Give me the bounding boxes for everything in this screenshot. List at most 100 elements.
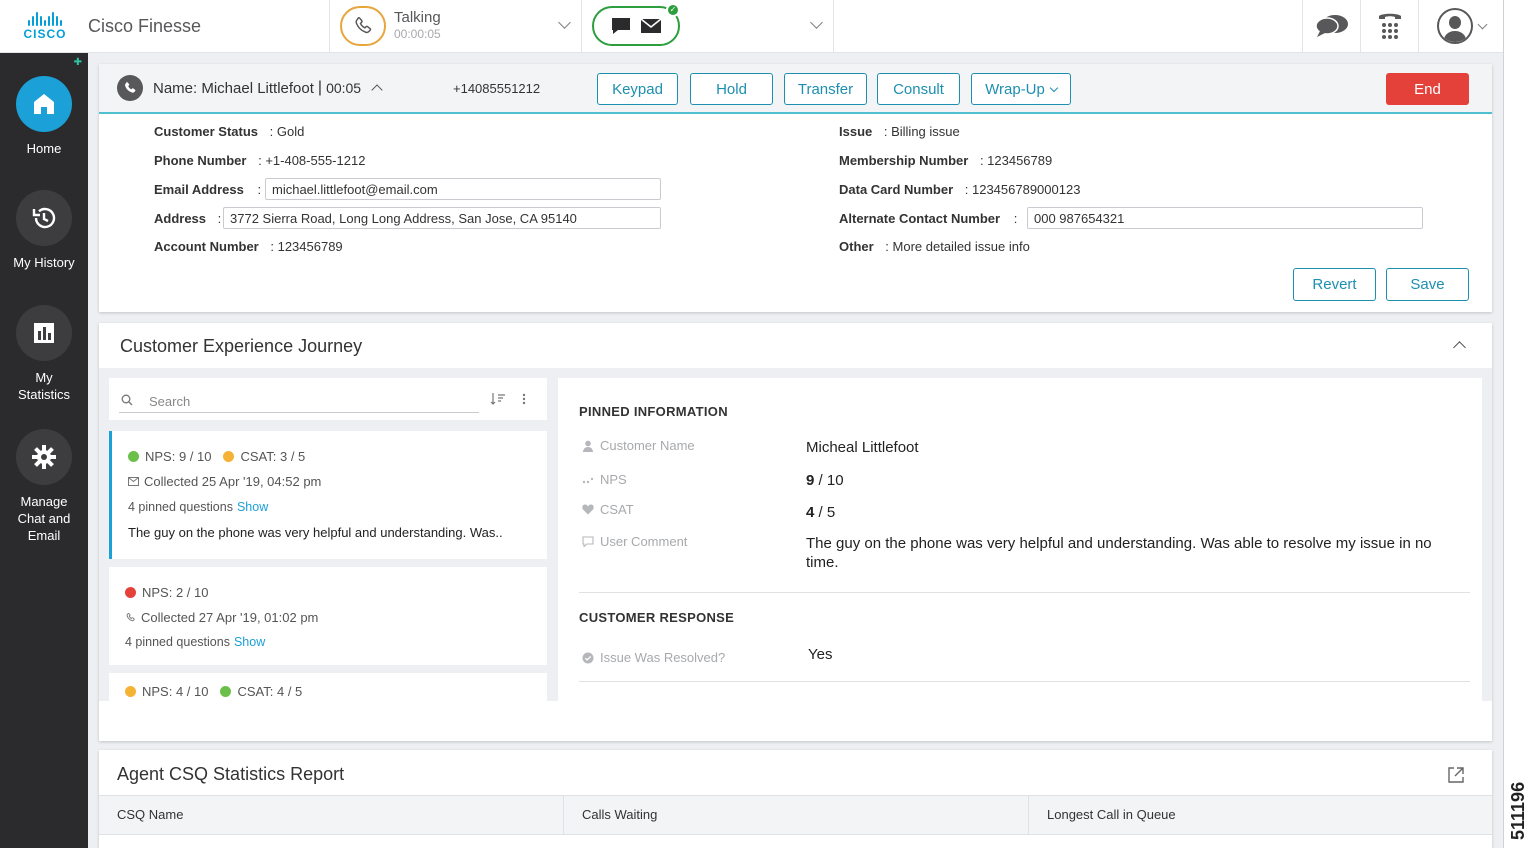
call-control-panel: Name: Michael Littlefoot | 00:05 +140855…: [99, 64, 1492, 312]
customer-journey-panel: Customer Experience Journey Search NPS: …: [99, 323, 1492, 741]
gear-icon: [32, 445, 56, 469]
home-icon: [34, 94, 54, 114]
show-pinned-link[interactable]: Show: [234, 635, 265, 649]
csat-neutral-icon: [223, 451, 235, 462]
nav-manage-label-3: Email: [27, 528, 61, 543]
email-icon: [128, 477, 139, 486]
avatar: [1436, 8, 1473, 44]
phone-icon: [126, 612, 135, 622]
card-nps: NPS: 9 / 10: [145, 449, 212, 464]
main-workspace: Name: Michael Littlefoot | 00:05 +140855…: [88, 53, 1503, 848]
csq-table-header: CSQ Name Calls Waiting Longest Call in Q…: [99, 795, 1492, 835]
user-menu[interactable]: [1419, 0, 1503, 52]
cisco-logo-word: CISCO: [23, 26, 67, 41]
var-data-card-number: Data Card Number : 123456789000123: [839, 182, 1081, 197]
card-pinned: 4 pinned questions: [128, 500, 233, 514]
brand-area: CISCO Cisco Finesse: [0, 0, 330, 52]
var-alt-contact-label: Alternate Contact Number :: [839, 211, 1018, 226]
pin-icon[interactable]: ✚: [74, 57, 82, 68]
search-icon: [121, 394, 133, 406]
address-field[interactable]: [223, 207, 661, 229]
check-circle-icon: [582, 652, 594, 663]
nav-manage-chat-email[interactable]: Manage Chat and Email: [0, 429, 88, 544]
agent-state-timer: 00:00:05: [394, 27, 441, 41]
dialpad-icon: [1378, 13, 1401, 39]
alternate-contact-field[interactable]: [1027, 207, 1423, 229]
dialpad-button[interactable]: [1361, 0, 1419, 52]
nps-neutral-icon: [125, 686, 136, 697]
revert-button[interactable]: Revert: [1293, 268, 1376, 301]
nav-my-statistics-label-2: Statistics: [17, 387, 70, 402]
csq-col-longest-call[interactable]: Longest Call in Queue: [1029, 796, 1492, 834]
csat-label: CSAT: [600, 502, 634, 517]
user-comment-value: The guy on the phone was very helpful an…: [806, 535, 1432, 571]
nav-my-history-label: My History: [13, 255, 75, 270]
card-nps: NPS: 4 / 10: [142, 684, 209, 699]
check-icon: ✓: [666, 3, 680, 17]
nps-label: NPS: [600, 472, 627, 487]
agent-state-indicator: [340, 6, 386, 46]
agent-state-label: Talking: [394, 9, 441, 26]
survey-detail-panel: PINNED INFORMATION Customer Name Micheal…: [558, 378, 1482, 701]
history-icon: [32, 207, 56, 229]
media-state-dropdown[interactable]: ✓: [582, 0, 834, 52]
card-nps: NPS: 2 / 10: [142, 585, 209, 600]
csat-happy-icon: [220, 686, 232, 697]
comment-icon: [582, 536, 594, 547]
show-pinned-link[interactable]: Show: [237, 500, 268, 514]
nav-my-statistics-label-1: My: [35, 370, 53, 385]
csq-statistics-panel: Agent CSQ Statistics Report CSQ Name Cal…: [99, 750, 1492, 848]
nav-manage-label-2: Chat and: [17, 511, 71, 526]
nps-sad-icon: [125, 587, 136, 598]
card-csat: CSAT: 4 / 5: [237, 684, 303, 699]
csat-value: 4 / 5: [806, 504, 836, 521]
email-icon: [640, 18, 662, 33]
nps-dots-icon: [582, 477, 594, 483]
agent-state-dropdown[interactable]: Talking 00:00:05: [330, 0, 582, 52]
survey-card[interactable]: NPS: 4 / 10 CSAT: 4 / 5: [109, 673, 547, 701]
customer-name-value: Micheal Littlefoot: [806, 439, 919, 456]
survey-search-area: Search: [109, 378, 547, 420]
external-link-icon[interactable]: [1447, 766, 1465, 784]
keypad-button[interactable]: Keypad: [597, 73, 678, 105]
chat-bubbles-icon: [1314, 15, 1348, 37]
customer-response-title: CUSTOMER RESPONSE: [579, 610, 735, 625]
wrapup-label: Wrap-Up: [985, 80, 1045, 98]
nav-home[interactable]: Home: [0, 76, 88, 157]
chevron-up-icon[interactable]: [371, 84, 383, 96]
chevron-down-icon: [810, 16, 823, 29]
card-pinned: 4 pinned questions: [125, 635, 230, 649]
survey-card[interactable]: NPS: 2 / 10 Collected 27 Apr '19, 01:02 …: [109, 567, 547, 665]
caller-number: +14085551212: [453, 81, 541, 96]
hold-button[interactable]: Hold: [690, 73, 773, 105]
more-options-icon[interactable]: [522, 393, 526, 405]
survey-card[interactable]: NPS: 9 / 10 CSAT: 3 / 5 Collected 25 Apr…: [109, 431, 547, 559]
person-icon: [583, 440, 593, 452]
end-call-button[interactable]: End: [1386, 73, 1469, 105]
email-field[interactable]: [265, 178, 661, 200]
nps-value: 9 / 10: [806, 472, 844, 489]
call-timer: 00:05: [326, 80, 362, 96]
search-input[interactable]: Search: [149, 394, 190, 409]
csq-col-calls-waiting[interactable]: Calls Waiting: [564, 796, 1029, 834]
chevron-down-icon: [1049, 83, 1059, 92]
chat-bubbles-button[interactable]: [1303, 0, 1361, 52]
var-membership-number: Membership Number : 123456789: [839, 153, 1053, 168]
chevron-up-icon[interactable]: [1453, 341, 1466, 354]
var-address-label: Address :: [154, 211, 222, 226]
bar-chart-icon: [34, 323, 54, 343]
save-button[interactable]: Save: [1386, 268, 1469, 301]
nav-my-history[interactable]: My History: [0, 190, 88, 271]
nav-my-statistics[interactable]: My Statistics: [0, 305, 88, 403]
transfer-button[interactable]: Transfer: [784, 73, 867, 105]
nav-home-label: Home: [26, 141, 62, 156]
var-customer-status: Customer Status : Gold: [154, 124, 305, 139]
wrapup-button[interactable]: Wrap-Up: [971, 73, 1071, 105]
var-email-label: Email Address :: [154, 182, 262, 197]
sort-icon[interactable]: [490, 392, 506, 406]
var-other: Other : More detailed issue info: [839, 239, 1030, 254]
journey-body: Search NPS: 9 / 10 CSAT: 3 / 5 Collected…: [99, 368, 1492, 701]
user-comment-label: User Comment: [600, 534, 688, 549]
consult-button[interactable]: Consult: [877, 73, 960, 105]
csq-col-name[interactable]: CSQ Name: [99, 796, 564, 834]
